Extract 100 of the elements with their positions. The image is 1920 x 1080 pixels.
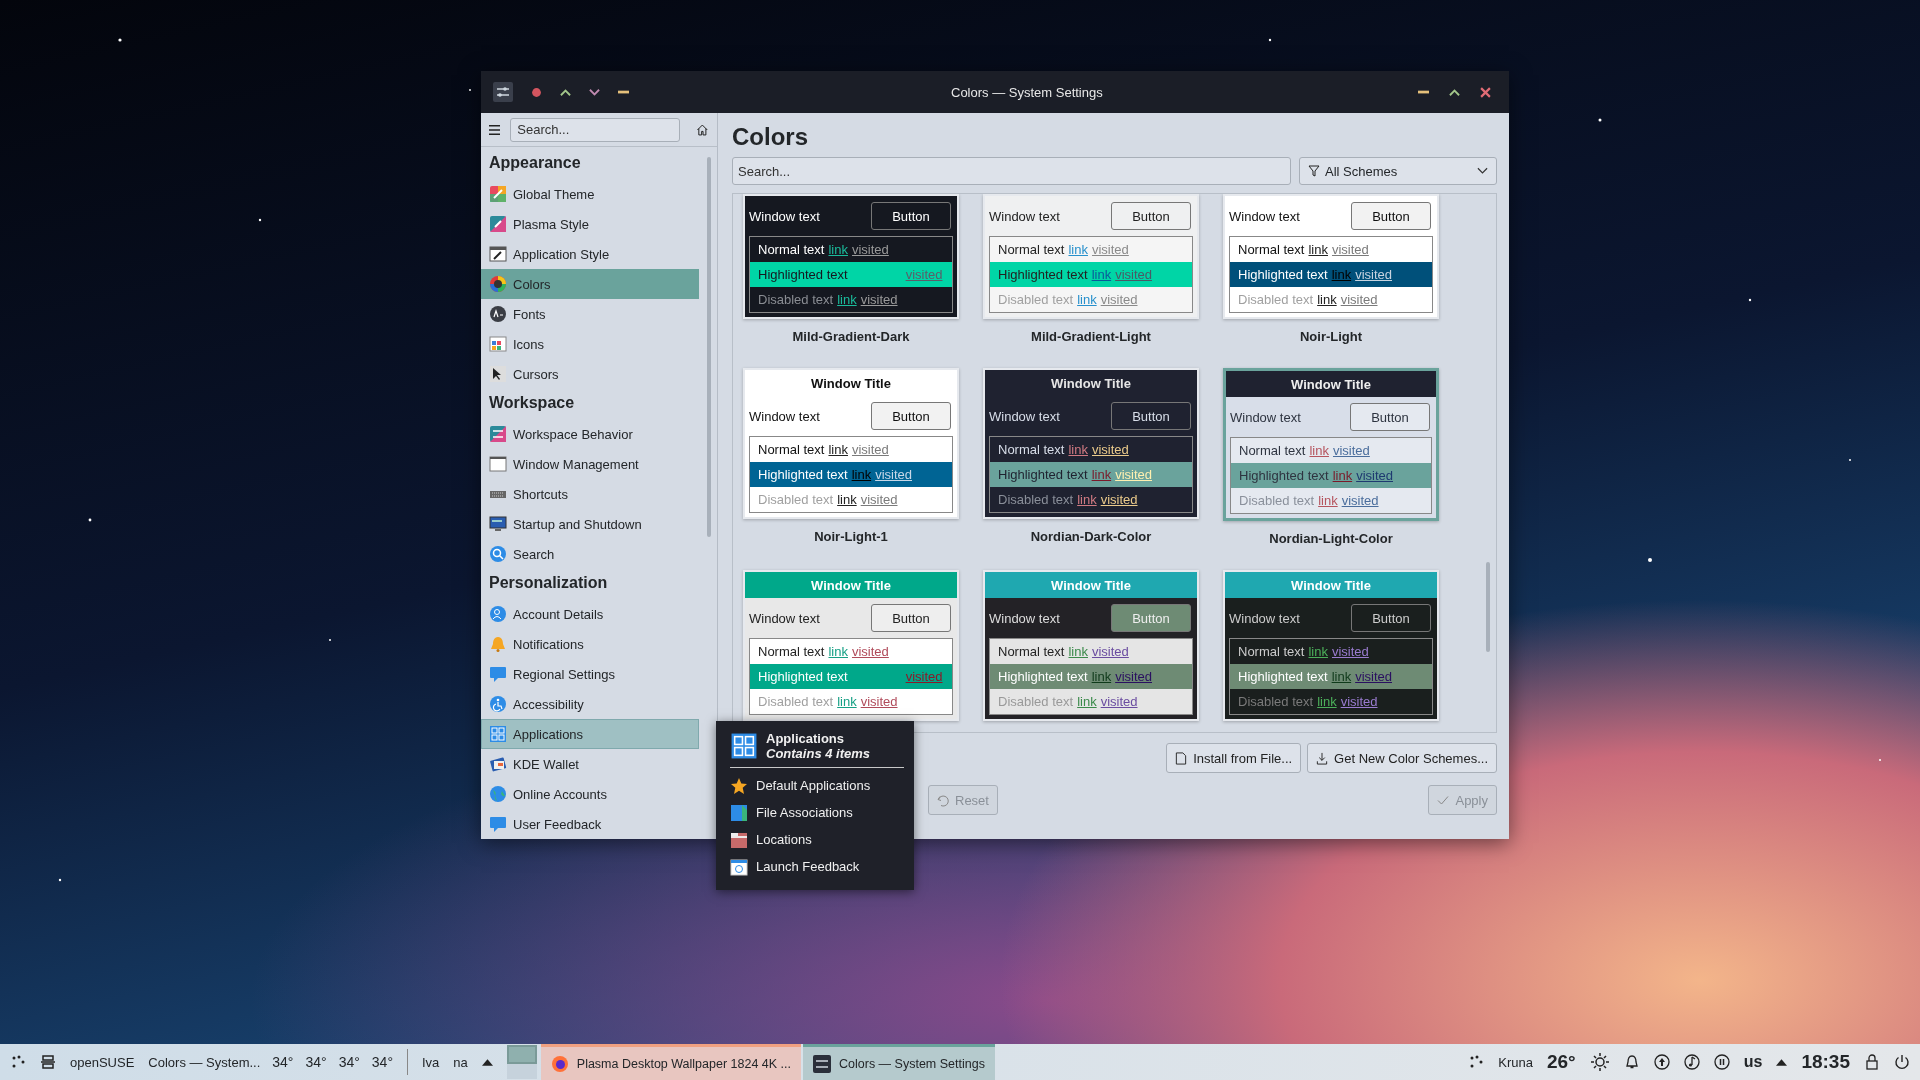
power-icon[interactable] — [1894, 1054, 1910, 1070]
accessibility-icon — [489, 695, 507, 713]
sidebar-item[interactable]: Account Details — [481, 599, 699, 629]
sidebar-item[interactable]: Icons — [481, 329, 699, 359]
chevron-down-icon — [1477, 167, 1488, 175]
sidebar-item[interactable]: Plasma Style — [481, 209, 699, 239]
window-text: Window text — [749, 408, 820, 424]
server-icon[interactable] — [40, 1054, 56, 1070]
color-wheel-icon — [489, 275, 507, 293]
highlighted-text-row: Highlighted text link visited — [750, 462, 952, 487]
sidebar-item[interactable]: Search — [481, 539, 699, 569]
dots-icon[interactable] — [1468, 1054, 1485, 1070]
sidebar-item[interactable]: User Feedback — [481, 809, 699, 839]
sliders-icon[interactable] — [493, 82, 513, 102]
window-title: Window Title — [1225, 572, 1437, 598]
clock[interactable]: 18:35 — [1801, 1051, 1850, 1073]
action-button[interactable]: Install from File... — [1166, 743, 1302, 773]
menu-item[interactable]: Locations — [730, 826, 904, 853]
sidebar-item[interactable]: Colors — [481, 269, 699, 299]
bell-icon — [489, 635, 507, 653]
undo-icon — [937, 793, 949, 807]
folder-icon — [730, 830, 748, 849]
menu-item[interactable]: Launch Feedback — [730, 853, 904, 880]
chat-icon — [489, 665, 507, 683]
keyboard-layout[interactable]: us — [1743, 1053, 1763, 1071]
pause-icon[interactable] — [1713, 1054, 1730, 1070]
highlighted-text-row: Highlighted text link visited — [990, 262, 1192, 287]
window-title: Window Title — [985, 370, 1197, 396]
highlighted-text-row: Highlighted text link visited — [1231, 463, 1431, 488]
weather-temperature[interactable]: 26° — [1547, 1051, 1576, 1073]
scheme-preview[interactable]: Window Title Window text Button Normal text link visited Highlighted text link visited Disabled text link visited — [983, 368, 1199, 519]
sidebar-item[interactable]: Applications — [481, 719, 699, 749]
scrollbar[interactable] — [707, 157, 711, 537]
sidebar-item[interactable]: KDE Wallet — [481, 749, 699, 779]
upload-icon[interactable] — [1653, 1054, 1670, 1070]
scheme-preview[interactable]: Window text Button Normal text link visited Highlighted text link visited Disabled text link visited — [1223, 194, 1439, 319]
sidebar-item[interactable]: Startup and Shutdown — [481, 509, 699, 539]
search-field[interactable]: Search... — [510, 117, 681, 142]
window-text: Window text — [749, 208, 820, 224]
sidebar-item[interactable]: Global Theme — [481, 179, 699, 209]
wallet-icon — [489, 755, 507, 773]
taskbar-label[interactable]: Colors — System... — [148, 1054, 261, 1070]
search-field[interactable]: Search... — [732, 157, 1291, 185]
window-title: Window Title — [745, 370, 957, 396]
preview-button: Button — [1351, 202, 1431, 230]
sidebar-item[interactable]: Cursors — [481, 359, 699, 389]
taskbar-label: Iva — [422, 1054, 440, 1070]
popup-subtitle: Contains 4 items — [766, 746, 871, 761]
window-text: Window text — [749, 610, 820, 626]
menu-icon[interactable] — [489, 122, 501, 137]
scheme-preview[interactable]: Window Title Window text Button Normal text link visited Highlighted text link visited Disabled text link visited — [1223, 570, 1439, 721]
sidebar-item[interactable]: Fonts — [481, 299, 699, 329]
monitor-icon — [489, 515, 507, 533]
close-icon[interactable] — [1480, 86, 1491, 98]
task-button[interactable]: Colors — System Settings — [803, 1044, 995, 1080]
sidebar-item[interactable]: Online Accounts — [481, 779, 699, 809]
scheme-preview[interactable]: Window Title Window text Button Normal text link visited Highlighted text link visited Disabled text link visited — [983, 570, 1199, 721]
window-brush-icon — [489, 245, 507, 263]
window-text: Window text — [989, 610, 1060, 626]
filter-dropdown[interactable]: All Schemes — [1299, 157, 1497, 185]
user-label[interactable]: Kruna — [1498, 1054, 1533, 1070]
scrollbar[interactable] — [1486, 562, 1490, 652]
sidebar-item[interactable]: Shortcuts — [481, 479, 699, 509]
preview-button: Button — [1111, 402, 1191, 430]
temperature-label: 34° — [371, 1054, 393, 1070]
preview-button: Button — [871, 202, 951, 230]
star-icon — [730, 776, 748, 795]
temperature-label: 34° — [272, 1054, 294, 1070]
up-arrow-icon[interactable] — [481, 1058, 493, 1066]
scheme-preview[interactable]: Window Title Window text Button Normal text link visited Highlighted text visited Disabled text link visited — [743, 570, 959, 721]
lock-icon[interactable] — [1864, 1054, 1880, 1070]
menu-item[interactable]: Default Applications — [730, 772, 904, 799]
chevron-up-icon[interactable] — [560, 86, 571, 98]
up-arrow-icon[interactable] — [1776, 1058, 1788, 1066]
bell-icon[interactable] — [1623, 1054, 1640, 1070]
dot-icon[interactable] — [531, 86, 542, 98]
sidebar-item[interactable]: Accessibility — [481, 689, 699, 719]
preview-button: Button — [1111, 202, 1191, 230]
scheme-preview[interactable]: Window text Button Normal text link visited Highlighted text visited Disabled text link visited — [743, 194, 959, 319]
music-icon[interactable] — [1683, 1054, 1700, 1070]
file-icon — [730, 803, 748, 822]
maximize-icon[interactable] — [1449, 86, 1460, 98]
popup-title: Applications — [766, 731, 845, 746]
taskbar-label[interactable]: openSUSE — [70, 1054, 135, 1070]
sidebar-item[interactable]: Application Style — [481, 239, 699, 269]
sidebar-item[interactable]: Regional Settings — [481, 659, 699, 689]
dots-icon[interactable] — [10, 1054, 26, 1070]
chevron-down-icon[interactable] — [589, 86, 600, 98]
menu-item[interactable]: File Associations — [730, 799, 904, 826]
sidebar-item[interactable]: Notifications — [481, 629, 699, 659]
preview-button: Button — [871, 604, 951, 632]
sun-icon[interactable] — [1589, 1052, 1610, 1072]
sidebar-item[interactable]: Window Management — [481, 449, 699, 479]
sliders-icon — [813, 1054, 832, 1073]
scheme-preview[interactable]: Window Title Window text Button Normal text link visited Highlighted text link visited Disabled text link visited — [743, 368, 959, 519]
sidebar-item[interactable]: Workspace Behavior — [481, 419, 699, 449]
task-button[interactable]: Plasma Desktop Wallpaper 1824 4K ... — [540, 1044, 802, 1080]
action-button[interactable]: Get New Color Schemes... — [1307, 743, 1497, 773]
scheme-preview[interactable]: Window text Button Normal text link visited Highlighted text link visited Disabled text link visited — [983, 194, 1199, 319]
scheme-preview[interactable]: Window Title Window text Button Normal text link visited Highlighted text link visited Disabled text link visited — [1223, 368, 1439, 521]
